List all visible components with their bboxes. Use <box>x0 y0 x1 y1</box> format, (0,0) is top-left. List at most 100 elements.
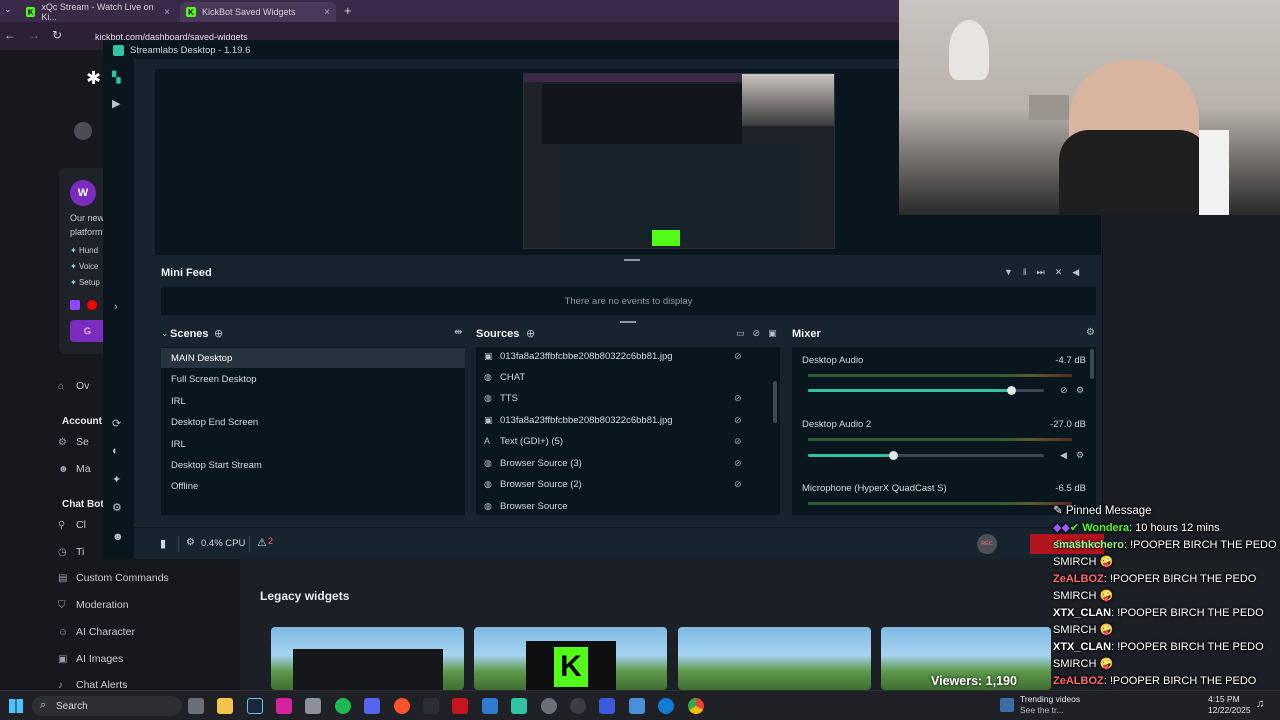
volume-slider[interactable] <box>808 451 1044 460</box>
scrollbar[interactable] <box>1090 349 1094 379</box>
settings-icon[interactable] <box>541 698 557 714</box>
app-icon[interactable] <box>423 698 439 714</box>
stream-preview[interactable] <box>523 73 835 249</box>
browser-tab-kickbot[interactable]: K KickBot Saved Widgets × <box>180 2 336 22</box>
source-item[interactable]: ◍ Browser Source (2) ⊘ <box>476 474 776 494</box>
source-item[interactable]: ◍ CHAT <box>476 367 776 387</box>
file-explorer-icon[interactable] <box>217 698 233 714</box>
tab-list-chevron-icon[interactable]: ⌄ <box>4 4 12 15</box>
add-source-icon[interactable]: ⊕ <box>526 327 535 340</box>
chrome-icon[interactable] <box>688 698 704 714</box>
scene-item[interactable]: Full Screen Desktop <box>161 369 465 389</box>
visibility-hidden-icon[interactable]: ⊘ <box>734 458 742 469</box>
user-icon[interactable]: ☻ <box>112 531 124 543</box>
forward-icon[interactable]: → <box>28 28 40 42</box>
filter-icon[interactable]: ▼ <box>1004 267 1023 277</box>
steam-icon[interactable] <box>247 698 263 714</box>
add-scene-icon[interactable]: ⊕ <box>214 327 223 340</box>
scene-item[interactable]: Desktop End Screen <box>161 412 465 432</box>
windows-start-icon[interactable] <box>9 699 23 713</box>
sync-icon[interactable]: ⟳ <box>112 417 121 430</box>
collapse-chevron-icon[interactable]: ⌄ <box>161 328 169 339</box>
theme-icon[interactable]: ◐ <box>112 445 119 457</box>
source-item[interactable]: ◍ Browser Source <box>476 496 776 516</box>
volume-slider[interactable] <box>808 386 1044 395</box>
mixer-settings-gear-icon[interactable]: ⚙ <box>1086 327 1095 338</box>
warning-icon[interactable]: ⚠ <box>257 536 267 549</box>
app-icon[interactable] <box>599 698 615 714</box>
source-item[interactable]: A Text (GDI+) (5) ⊘ <box>476 431 776 451</box>
task-view-icon[interactable] <box>188 698 204 714</box>
app-icon[interactable] <box>452 698 468 714</box>
visibility-hidden-icon[interactable]: ⊘ <box>734 479 742 490</box>
close-tab-icon[interactable]: × <box>164 7 170 18</box>
browser-tab-xqc[interactable]: K xQc Stream - Watch Live on Ki... × <box>20 2 176 22</box>
visibility-hidden-icon[interactable]: ⊘ <box>734 415 742 426</box>
volume-icon[interactable]: ◀ <box>1072 267 1089 277</box>
sidebar-item-ai-character[interactable]: ☺ AI Character <box>58 626 135 638</box>
avatar[interactable] <box>74 122 92 140</box>
reload-icon[interactable]: ↻ <box>52 28 62 42</box>
sidebar-item-settings[interactable]: ⚙ Se <box>58 436 89 448</box>
mute-icon[interactable]: ⊘ <box>1060 385 1068 396</box>
back-icon[interactable]: ← <box>4 28 16 42</box>
weather-icon[interactable] <box>1000 698 1014 712</box>
sidebar-item-cl[interactable]: ⚲ Cl <box>58 519 86 531</box>
stats-icon[interactable]: ▮ <box>160 537 166 550</box>
channel-settings-gear-icon[interactable]: ⚙ <box>1076 450 1084 461</box>
scene-item[interactable]: IRL <box>161 391 465 411</box>
scene-transitions-icon[interactable]: ⇹ <box>454 327 462 338</box>
resize-handle[interactable] <box>620 321 636 323</box>
sidebar-item-moderation[interactable]: ⛉ Moderation <box>58 599 129 611</box>
taskbar-time[interactable]: 4:15 PM <box>1208 694 1240 704</box>
streamlabs-icon[interactable] <box>511 698 527 714</box>
source-item[interactable]: ▣ 013fa8a23ffbfcbbe208b80322c6bb81.jpg ⊘ <box>476 410 776 430</box>
pause-icon[interactable]: ‖ <box>1023 267 1037 277</box>
sidebar-item-ai-images[interactable]: ▣ AI Images <box>58 653 123 665</box>
channel-settings-gear-icon[interactable]: ⚙ <box>1076 385 1084 396</box>
app-icon[interactable] <box>482 698 498 714</box>
widget-card[interactable] <box>678 627 871 690</box>
scene-item[interactable]: Offline <box>161 476 465 496</box>
sparkle-icon[interactable]: ✦ <box>112 473 121 486</box>
instagram-icon[interactable] <box>276 698 292 714</box>
resize-handle[interactable] <box>624 259 640 261</box>
new-tab-button[interactable]: + <box>344 3 352 18</box>
mute-alerts-icon[interactable]: ✕ <box>1055 267 1073 277</box>
source-group-icon[interactable]: ▭ <box>736 328 753 338</box>
widget-card[interactable]: K <box>474 627 667 690</box>
app-icon[interactable] <box>305 698 321 714</box>
sidebar-item-manage[interactable]: ☻ Ma <box>58 463 91 475</box>
chevron-right-icon[interactable]: › <box>114 301 118 313</box>
trending-widget[interactable]: Trending videos <box>1020 694 1080 704</box>
scrollbar[interactable] <box>773 381 777 423</box>
source-properties-icon[interactable]: ▣ <box>768 328 785 338</box>
source-item[interactable]: ◍ TTS ⊘ <box>476 388 776 408</box>
spotify-icon[interactable] <box>335 698 351 714</box>
sidebar-item-timers[interactable]: ◷ Ti <box>58 546 84 558</box>
edge-icon[interactable] <box>658 698 674 714</box>
editor-icon[interactable]: ▚ <box>112 71 120 84</box>
close-tab-icon[interactable]: × <box>324 7 330 18</box>
app-icon[interactable] <box>629 698 645 714</box>
visibility-hidden-icon[interactable]: ⊘ <box>734 351 742 362</box>
brave-icon[interactable] <box>394 698 410 714</box>
source-item[interactable]: ◍ Browser Source (3) ⊘ <box>476 453 776 473</box>
play-icon[interactable]: ▶ <box>112 97 120 110</box>
scene-item[interactable]: IRL <box>161 434 465 454</box>
speaker-icon[interactable]: ◀ <box>1060 450 1067 461</box>
skip-icon[interactable]: ⏭ <box>1037 267 1055 277</box>
visibility-hidden-icon[interactable]: ⊘ <box>734 436 742 447</box>
discord-icon[interactable] <box>364 698 380 714</box>
scene-item[interactable]: MAIN Desktop <box>161 348 465 368</box>
taskbar-date[interactable]: 12/22/2025 <box>1208 705 1251 715</box>
sidebar-item-custom-commands[interactable]: ▤ Custom Commands <box>58 572 169 584</box>
notification-bell-icon[interactable]: ♫ <box>1256 698 1264 710</box>
taskbar-search[interactable]: ⌕ Search <box>32 696 182 716</box>
trending-widget-sub[interactable]: See the tr... <box>1020 705 1063 715</box>
widget-card[interactable] <box>271 627 464 690</box>
app-icon[interactable] <box>570 698 586 714</box>
visibility-hidden-icon[interactable]: ⊘ <box>734 393 742 404</box>
settings-gear-icon[interactable]: ⚙ <box>112 501 122 514</box>
source-lock-icon[interactable]: ⊘ <box>753 328 769 338</box>
